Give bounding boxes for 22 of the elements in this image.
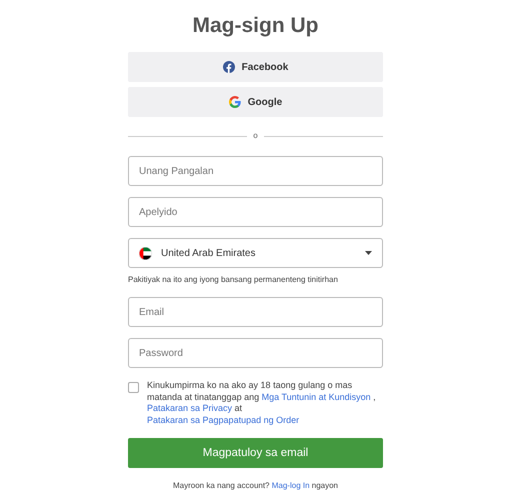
input-field[interactable]: Unang Pangalan [128,156,383,186]
flag-icon [139,246,152,260]
login-link[interactable]: Mag-log In [272,481,310,490]
policy-link[interactable]: Patakaran sa Pagpapatupad ng Order [147,414,300,424]
checkbox[interactable] [128,382,139,393]
continue-button[interactable]: Magpatuloy sa email [128,438,383,468]
google-icon [228,96,241,108]
country-hint: Pakitiyak na ito ang iyong bansang permanenteng tinitirhan [128,274,339,285]
google-button[interactable]: Google [128,87,383,117]
facebook-icon [222,61,235,73]
facebook-button[interactable]: Facebook [128,52,383,82]
country-select[interactable]: United Arab Emirates [128,238,383,268]
input-field[interactable]: Email [128,297,383,327]
consent-text: Kinukumpirma ko na ako ay 18 taong gulang o mas matanda at tinatanggap ang Mga Tuntunin at Kundisyon , Patakaran sa Privacy at Patakaran sa Pagpapatupad ng Order [147,380,377,426]
input-field[interactable]: Password [128,338,383,368]
policy-link[interactable]: Mga Tuntunin at Kundisyon [262,392,371,402]
divider-text: o [253,131,258,141]
policy-link[interactable]: Patakaran sa Privacy [147,403,232,413]
login-prompt: Mayroon ka nang account? Mag-log In ngayon [172,481,339,490]
page-title: Mag-sign Up [192,13,320,39]
caret-icon [365,251,372,255]
input-field[interactable]: Apelyido [128,197,383,227]
